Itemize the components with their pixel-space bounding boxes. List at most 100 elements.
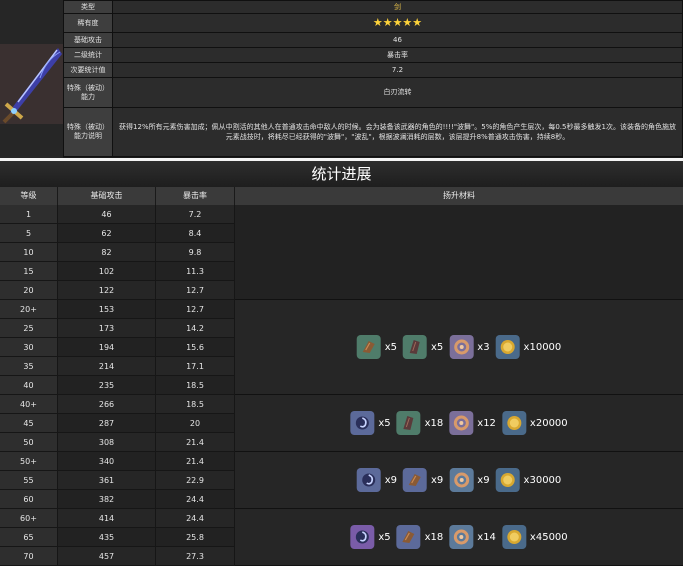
material-count: x45000 [529, 531, 568, 543]
material-item[interactable]: x12 [449, 411, 496, 435]
material-item[interactable]: x9 [449, 468, 490, 492]
mora-coin-icon [501, 525, 526, 549]
info-key: 类型 [63, 0, 113, 14]
material-item[interactable]: x5 [402, 335, 444, 359]
material-item[interactable]: x3 [449, 335, 490, 359]
base-atk-cell: 414 [58, 509, 156, 528]
info-key: 二级统计 [63, 47, 113, 63]
base-atk-cell: 102 [58, 262, 156, 281]
info-value: 白刃流转 [112, 77, 683, 108]
material-count: x14 [477, 531, 496, 543]
table-row: 15 102 11.3 [0, 262, 235, 281]
material-item[interactable]: x18 [396, 525, 444, 549]
crit-rate-cell: 17.1 [156, 357, 235, 376]
info-row-type: 类型 剑 [63, 0, 683, 14]
claw-shard-icon [402, 468, 427, 492]
table-row: 65 435 25.8 [0, 528, 235, 547]
material-item[interactable]: x9 [356, 468, 397, 492]
crit-rate-cell: 14.2 [156, 319, 235, 338]
level-cell: 1 [0, 205, 58, 224]
level-cell: 60+ [0, 509, 58, 528]
level-cell: 20+ [0, 300, 58, 319]
rune-ring-icon [449, 525, 474, 549]
sword-icon [0, 0, 63, 158]
material-count: x9 [430, 474, 444, 486]
info-row-rarity: 稀有度 ★★★★★ [63, 13, 683, 33]
material-count: x5 [430, 341, 444, 353]
crit-rate-cell: 11.3 [156, 262, 235, 281]
material-list: x5 x5 x3 x10000 [354, 335, 565, 359]
level-cell: 30 [0, 338, 58, 357]
material-count: x9 [477, 474, 490, 486]
progression-title: 统计进展 [0, 161, 683, 187]
weapon-info-panel: 类型 剑 稀有度 ★★★★★ 基础攻击 46 二级统计 暴击率 次要统计值 7.… [0, 0, 683, 158]
info-value: 暴击率 [112, 47, 683, 63]
table-row: 25 173 14.2 [0, 319, 235, 338]
material-count: x5 [378, 417, 391, 429]
material-item[interactable]: x18 [396, 411, 444, 435]
table-row: 70 457 27.3 [0, 547, 235, 566]
info-key: 次要统计值 [63, 62, 113, 78]
level-cell: 15 [0, 262, 58, 281]
material-item[interactable]: x5 [356, 335, 397, 359]
mora-coin-icon [501, 411, 526, 435]
claw-shard-icon [356, 335, 381, 359]
level-cell: 50+ [0, 452, 58, 471]
crit-rate-cell: 15.6 [156, 338, 235, 357]
info-key: 特殊（被动）能力 [63, 77, 113, 108]
material-count: x5 [384, 341, 397, 353]
material-count: x9 [384, 474, 397, 486]
material-count: x18 [424, 531, 444, 543]
header-level: 等级 [0, 187, 58, 205]
material-item[interactable]: x45000 [501, 525, 568, 549]
level-cell: 50 [0, 433, 58, 452]
level-cell: 65 [0, 528, 58, 547]
level-cell: 35 [0, 357, 58, 376]
crit-rate-cell: 12.7 [156, 281, 235, 300]
material-block: x9 x9 x9 x30000 [235, 452, 683, 509]
crit-rate-cell: 21.4 [156, 433, 235, 452]
material-list: x5 x18 x14 x45000 [347, 525, 570, 549]
info-row-secondary-value: 次要统计值 7.2 [63, 62, 683, 78]
material-item[interactable]: x5 [350, 525, 391, 549]
material-list: x5 x18 x12 x20000 [347, 411, 570, 435]
header-crit-rate: 暴击率 [156, 187, 235, 205]
material-item[interactable]: x30000 [495, 468, 562, 492]
crit-rate-cell: 21.4 [156, 452, 235, 471]
material-count: x30000 [523, 474, 562, 486]
stat-progression-panel: 统计进展 等级 基础攻击 暴击率 扬升材料 1 46 7.2 5 62 8.4 10 82 9.… [0, 161, 683, 566]
level-cell: 10 [0, 243, 58, 262]
swirl-gem-icon [350, 411, 375, 435]
material-list: x9 x9 x9 x30000 [354, 468, 565, 492]
base-atk-cell: 340 [58, 452, 156, 471]
material-item[interactable]: x14 [449, 525, 496, 549]
material-item[interactable]: x20000 [501, 411, 568, 435]
rune-ring-icon [449, 468, 474, 492]
weapon-image [0, 0, 63, 158]
material-count: x12 [477, 417, 496, 429]
crit-rate-cell: 12.7 [156, 300, 235, 319]
rune-ring-icon [449, 411, 474, 435]
material-item[interactable]: x5 [350, 411, 391, 435]
level-cell: 25 [0, 319, 58, 338]
material-count: x18 [424, 417, 444, 429]
table-row: 35 214 17.1 [0, 357, 235, 376]
table-row: 1 46 7.2 [0, 205, 235, 224]
passive-description: 获得12%所有元素伤害加成；佩从中割活的其他人在普通攻击命中敌人的时候。会为装备… [112, 107, 683, 157]
level-cell: 40 [0, 376, 58, 395]
level-cell: 70 [0, 547, 58, 566]
base-atk-cell: 62 [58, 224, 156, 243]
level-cell: 20 [0, 281, 58, 300]
crit-rate-cell: 25.8 [156, 528, 235, 547]
base-atk-cell: 46 [58, 205, 156, 224]
material-count: x5 [378, 531, 391, 543]
material-item[interactable]: x9 [402, 468, 444, 492]
crit-rate-cell: 20 [156, 414, 235, 433]
material-item[interactable]: x10000 [495, 335, 561, 359]
info-row-passive-desc: 特殊（被动）能力说明 获得12%所有元素伤害加成；佩从中割活的其他人在普通攻击命… [63, 107, 683, 157]
swirl-gem-icon [356, 468, 381, 492]
table-row: 20 122 12.7 [0, 281, 235, 300]
header-materials: 扬升材料 [443, 191, 475, 200]
info-key: 特殊（被动）能力说明 [63, 107, 113, 157]
table-row: 40+ 266 18.5 [0, 395, 235, 414]
